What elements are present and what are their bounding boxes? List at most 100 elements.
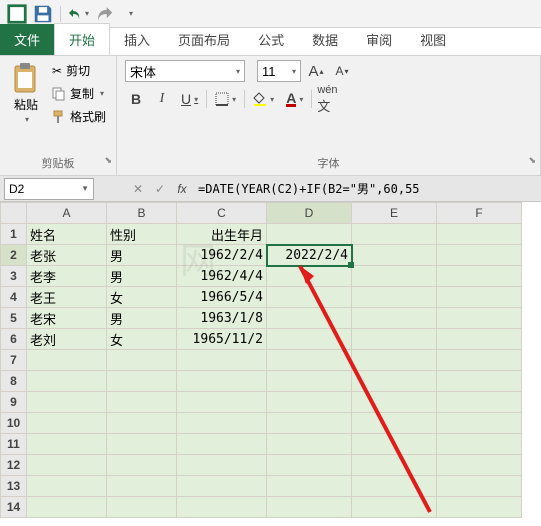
underline-button[interactable]: U▾ — [177, 88, 202, 110]
cell-F5[interactable] — [437, 308, 522, 329]
font-size-select[interactable]: 11▾ — [257, 60, 301, 82]
cell-D7[interactable] — [267, 350, 352, 371]
paste-button[interactable]: 粘贴 ▾ — [8, 60, 44, 127]
tab-insert[interactable]: 插入 — [110, 24, 164, 55]
col-header-F[interactable]: F — [437, 203, 522, 224]
cell-E11[interactable] — [352, 434, 437, 455]
cell-A6[interactable]: 老刘 — [27, 329, 107, 350]
cell-A2[interactable]: 老张 — [27, 245, 107, 266]
cell-C11[interactable] — [177, 434, 267, 455]
tab-page-layout[interactable]: 页面布局 — [164, 24, 244, 55]
cell-D8[interactable] — [267, 371, 352, 392]
cell-C9[interactable] — [177, 392, 267, 413]
cell-B11[interactable] — [107, 434, 177, 455]
row-header-7[interactable]: 7 — [1, 350, 27, 371]
cell-C5[interactable]: 1963/1/8 — [177, 308, 267, 329]
cell-B1[interactable]: 性别 — [107, 224, 177, 245]
row-header-4[interactable]: 4 — [1, 287, 27, 308]
cell-F10[interactable] — [437, 413, 522, 434]
redo-icon[interactable] — [93, 3, 115, 25]
cell-E6[interactable] — [352, 329, 437, 350]
cell-E1[interactable] — [352, 224, 437, 245]
cell-F12[interactable] — [437, 455, 522, 476]
cell-C12[interactable] — [177, 455, 267, 476]
font-name-select[interactable]: 宋体▾ — [125, 60, 245, 82]
cell-C8[interactable] — [177, 371, 267, 392]
cell-D10[interactable] — [267, 413, 352, 434]
cell-F13[interactable] — [437, 476, 522, 497]
cell-A8[interactable] — [27, 371, 107, 392]
fill-color-button[interactable]: ▾ — [249, 88, 278, 110]
cell-D4[interactable] — [267, 287, 352, 308]
cell-C6[interactable]: 1965/11/2 — [177, 329, 267, 350]
row-header-14[interactable]: 14 — [1, 497, 27, 518]
tab-formulas[interactable]: 公式 — [244, 24, 298, 55]
cut-button[interactable]: ✂剪切 — [50, 60, 108, 81]
cell-E10[interactable] — [352, 413, 437, 434]
cell-E14[interactable] — [352, 497, 437, 518]
cell-B5[interactable]: 男 — [107, 308, 177, 329]
cell-B2[interactable]: 男 — [107, 245, 177, 266]
font-expand-icon[interactable]: ⬊ — [528, 155, 536, 166]
cell-A1[interactable]: 姓名 — [27, 224, 107, 245]
cell-B12[interactable] — [107, 455, 177, 476]
cell-C2[interactable]: 1962/2/4 — [177, 245, 267, 266]
cell-F4[interactable] — [437, 287, 522, 308]
row-header-11[interactable]: 11 — [1, 434, 27, 455]
border-button[interactable]: ▾ — [211, 88, 240, 110]
cell-A13[interactable] — [27, 476, 107, 497]
row-header-5[interactable]: 5 — [1, 308, 27, 329]
clipboard-expand-icon[interactable]: ⬊ — [104, 155, 112, 166]
bold-button[interactable]: B — [125, 88, 147, 110]
cell-F9[interactable] — [437, 392, 522, 413]
cell-E8[interactable] — [352, 371, 437, 392]
name-box[interactable]: D2▼ — [4, 178, 94, 200]
cell-B7[interactable] — [107, 350, 177, 371]
grow-font-button[interactable]: A▴ — [305, 60, 327, 82]
select-all-corner[interactable] — [1, 203, 27, 224]
cell-F2[interactable] — [437, 245, 522, 266]
cell-B4[interactable]: 女 — [107, 287, 177, 308]
cell-D11[interactable] — [267, 434, 352, 455]
cell-B8[interactable] — [107, 371, 177, 392]
row-header-2[interactable]: 2 — [1, 245, 27, 266]
phonetic-button[interactable]: wén文 — [316, 88, 338, 110]
shrink-font-button[interactable]: A▾ — [331, 60, 353, 82]
row-header-9[interactable]: 9 — [1, 392, 27, 413]
cell-A11[interactable] — [27, 434, 107, 455]
cell-A7[interactable] — [27, 350, 107, 371]
row-header-13[interactable]: 13 — [1, 476, 27, 497]
col-header-E[interactable]: E — [352, 203, 437, 224]
formula-bar[interactable]: =DATE(YEAR(C2)+IF(B2="男",60,55 — [192, 180, 541, 197]
cell-D14[interactable] — [267, 497, 352, 518]
cell-C1[interactable]: 出生年月 — [177, 224, 267, 245]
cell-A12[interactable] — [27, 455, 107, 476]
cell-D5[interactable] — [267, 308, 352, 329]
qat-customize-icon[interactable]: ▾ — [119, 3, 141, 25]
row-header-12[interactable]: 12 — [1, 455, 27, 476]
fx-icon[interactable]: fx — [172, 179, 192, 199]
cell-C4[interactable]: 1966/5/4 — [177, 287, 267, 308]
cell-C10[interactable] — [177, 413, 267, 434]
cell-D3[interactable] — [267, 266, 352, 287]
format-painter-button[interactable]: 格式刷 — [50, 106, 108, 127]
row-header-1[interactable]: 1 — [1, 224, 27, 245]
cell-F3[interactable] — [437, 266, 522, 287]
cell-F1[interactable] — [437, 224, 522, 245]
cancel-formula-icon[interactable]: ✕ — [128, 179, 148, 199]
undo-icon[interactable]: ▾ — [67, 3, 89, 25]
row-header-3[interactable]: 3 — [1, 266, 27, 287]
save-icon[interactable] — [32, 3, 54, 25]
col-header-B[interactable]: B — [107, 203, 177, 224]
wps-logo-icon[interactable] — [6, 3, 28, 25]
cell-E12[interactable] — [352, 455, 437, 476]
cell-F8[interactable] — [437, 371, 522, 392]
tab-home[interactable]: 开始 — [54, 23, 110, 55]
cell-D9[interactable] — [267, 392, 352, 413]
cell-B6[interactable]: 女 — [107, 329, 177, 350]
col-header-D[interactable]: D — [267, 203, 352, 224]
cell-E4[interactable] — [352, 287, 437, 308]
cell-E13[interactable] — [352, 476, 437, 497]
cell-B9[interactable] — [107, 392, 177, 413]
italic-button[interactable]: I — [151, 88, 173, 110]
